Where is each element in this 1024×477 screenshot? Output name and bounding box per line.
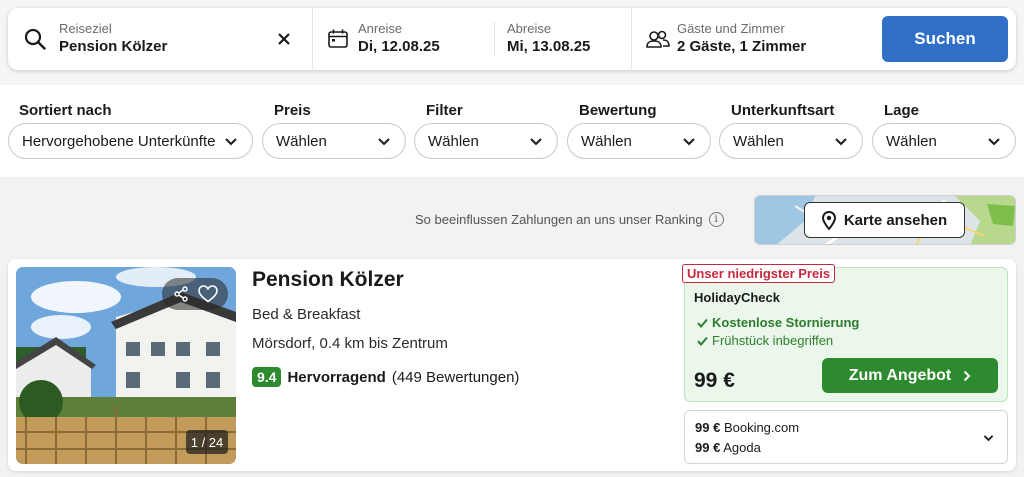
other-offer-provider: Agoda xyxy=(723,440,761,455)
accommodation-dropdown[interactable]: Wählen xyxy=(719,123,863,159)
filter-label: Unterkunftsart xyxy=(731,102,835,119)
checkin-label: Anreise xyxy=(358,21,403,36)
other-offer-provider: Booking.com xyxy=(723,420,800,435)
guests-field[interactable]: Gäste und Zimmer 2 Gäste, 1 Zimmer xyxy=(632,8,882,70)
calendar-icon xyxy=(328,29,348,48)
chevron-down-icon xyxy=(378,138,390,146)
filter-value: Wählen xyxy=(733,132,784,150)
sort-dropdown[interactable]: Hervorgehobene Unterkünfte xyxy=(8,123,253,159)
map-button[interactable]: Karte ansehen xyxy=(804,202,965,238)
share-icon[interactable] xyxy=(173,286,189,302)
other-offers[interactable]: 99 € Booking.com 99 € Agoda xyxy=(684,410,1008,464)
chevron-right-icon xyxy=(964,370,971,381)
offer-provider: HolidayCheck xyxy=(694,290,780,305)
hotel-location[interactable]: Mörsdorf, 0.4 km bis Zentrum xyxy=(252,335,448,352)
checkmark-icon xyxy=(697,318,708,328)
rating[interactable]: 9.4 Hervorragend (449 Bewertungen) xyxy=(252,367,519,387)
map-button-label: Karte ansehen xyxy=(843,211,948,229)
filter-label: Sortiert nach xyxy=(19,102,112,119)
chevron-down-icon xyxy=(988,138,1000,146)
filter-label: Bewertung xyxy=(579,102,657,119)
rating-dropdown[interactable]: Wählen xyxy=(567,123,711,159)
location-pin-icon xyxy=(821,210,836,230)
guests-label: Gäste und Zimmer xyxy=(677,21,785,36)
rating-score: 9.4 xyxy=(252,367,282,387)
destination-field[interactable]: Reiseziel Pension Kölzer xyxy=(8,8,312,70)
feature-text: Frühstück inbegriffen xyxy=(712,333,834,348)
filter-label: Filter xyxy=(426,102,463,119)
feature-item: Frühstück inbegriffen xyxy=(697,333,833,348)
location-dropdown[interactable]: Wählen xyxy=(872,123,1016,159)
info-icon[interactable]: i xyxy=(708,212,724,227)
other-offer-price: 99 € xyxy=(695,440,721,455)
date-divider xyxy=(494,22,495,56)
filter-value: Wählen xyxy=(276,132,327,150)
filter-value: Wählen xyxy=(581,132,632,150)
filter-value: Wählen xyxy=(886,132,937,150)
checkin-value: Di, 12.08.25 xyxy=(358,38,440,55)
filter-dropdown[interactable]: Wählen xyxy=(414,123,558,159)
checkout-value: Mi, 13.08.25 xyxy=(507,38,591,55)
filter-bar: Sortiert nach Hervorgehobene Unterkünfte… xyxy=(0,85,1024,177)
other-offer-price: 99 € xyxy=(695,420,721,435)
other-offer-row: 99 € Agoda xyxy=(695,440,761,455)
close-icon[interactable] xyxy=(278,33,290,45)
filter-label: Preis xyxy=(274,102,311,119)
review-count: (449 Bewertungen) xyxy=(391,368,520,386)
destination-value: Pension Kölzer xyxy=(59,38,168,55)
chevron-down-icon xyxy=(683,138,695,146)
photo-actions xyxy=(162,278,228,310)
heart-icon[interactable] xyxy=(197,285,218,303)
chevron-down-icon xyxy=(225,138,237,146)
hotel-name[interactable]: Pension Kölzer xyxy=(252,268,404,292)
checkmark-icon xyxy=(697,336,708,346)
offer-price: 99 € xyxy=(694,369,735,392)
deal-button-label: Zum Angebot xyxy=(848,366,952,384)
date-field[interactable]: Anreise Di, 12.08.25 Abreise Mi, 13.08.2… xyxy=(313,8,631,70)
search-icon xyxy=(24,28,46,50)
guests-value: 2 Gäste, 1 Zimmer xyxy=(677,38,807,55)
rating-label: Hervorragend xyxy=(287,368,386,386)
view-deal-button[interactable]: Zum Angebot xyxy=(822,358,998,393)
checkout-label: Abreise xyxy=(507,21,552,36)
ranking-note[interactable]: So beeinflussen Zahlungen an uns unser R… xyxy=(415,212,724,227)
search-bar: Reiseziel Pension Kölzer Anreise Di, 12.… xyxy=(8,8,1016,70)
price-dropdown[interactable]: Wählen xyxy=(262,123,406,159)
filter-value: Wählen xyxy=(428,132,479,150)
filter-label: Lage xyxy=(884,102,920,119)
search-button[interactable]: Suchen xyxy=(882,16,1008,62)
filter-value: Hervorgehobene Unterkünfte xyxy=(22,132,216,150)
other-offer-row: 99 € Booking.com xyxy=(695,420,799,435)
hotel-type: Bed & Breakfast xyxy=(252,306,361,323)
chevron-down-icon[interactable] xyxy=(982,431,995,444)
chevron-down-icon xyxy=(530,138,542,146)
lowest-price-badge: Unser niedrigster Preis xyxy=(682,264,836,283)
feature-text: Kostenlose Stornierung xyxy=(712,315,860,330)
guests-icon xyxy=(646,30,670,48)
photo-counter: 1 / 24 xyxy=(186,430,228,454)
feature-item: Kostenlose Stornierung xyxy=(697,315,859,330)
destination-label: Reiseziel xyxy=(59,21,112,36)
ranking-text: So beeinflussen Zahlungen an uns unser R… xyxy=(415,212,703,227)
chevron-down-icon xyxy=(835,138,847,146)
